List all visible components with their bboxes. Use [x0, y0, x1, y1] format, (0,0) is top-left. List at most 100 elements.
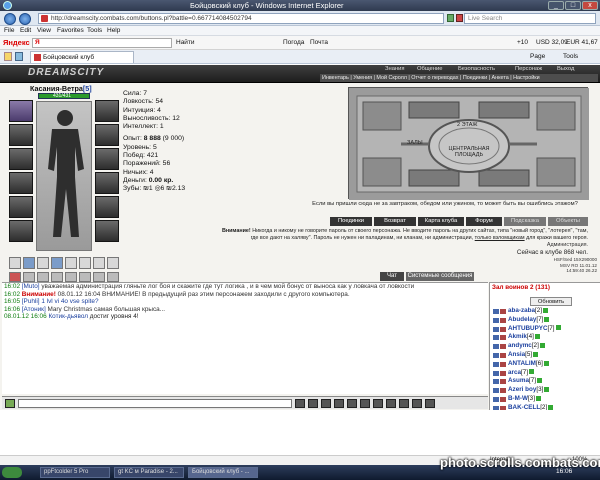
- minimize-button[interactable]: _: [548, 1, 564, 10]
- yandex-search-input[interactable]: Я: [32, 38, 172, 48]
- equip-slot-shield[interactable]: [95, 124, 119, 146]
- tools-menu[interactable]: Tools: [563, 53, 578, 60]
- equip-slot-earrings[interactable]: [9, 124, 33, 146]
- rune-slot-5[interactable]: [65, 257, 77, 269]
- user-name[interactable]: aba-zaba: [508, 307, 535, 314]
- equip-slot-pants[interactable]: [95, 196, 119, 218]
- nav-communication[interactable]: Общение: [417, 66, 442, 72]
- chat-clear-icon[interactable]: [308, 399, 318, 408]
- info-icon[interactable]: [533, 351, 539, 357]
- user-row[interactable]: ANTALIM[6]: [492, 360, 600, 369]
- private-msg-icon[interactable]: [493, 317, 499, 323]
- menu-file[interactable]: File: [4, 27, 14, 34]
- chat-input[interactable]: [18, 399, 292, 408]
- chat-settings-icon[interactable]: [412, 399, 422, 408]
- page-menu[interactable]: Page: [530, 53, 545, 60]
- user-name[interactable]: andymc: [508, 342, 532, 349]
- character-name[interactable]: Касания-Ветра[5]: [30, 84, 92, 93]
- user-name[interactable]: ANTALIM: [508, 360, 536, 367]
- refresh-icon[interactable]: [447, 14, 454, 22]
- private-msg-icon[interactable]: [493, 379, 499, 385]
- info-icon[interactable]: [542, 307, 548, 313]
- tab-system-messages[interactable]: Системные сообщения: [406, 272, 474, 281]
- info-icon[interactable]: [534, 334, 540, 340]
- private-msg-icon[interactable]: [493, 361, 499, 367]
- warning-link[interactable]: только взломщикам: [475, 235, 525, 241]
- rune-slot-7[interactable]: [93, 257, 105, 269]
- rune-slot-8[interactable]: [107, 257, 119, 269]
- info-icon[interactable]: [544, 316, 550, 322]
- user-row[interactable]: Akmik[4]: [492, 333, 600, 342]
- chat-trade-icon[interactable]: [399, 399, 409, 408]
- forward-button[interactable]: [19, 13, 31, 25]
- info-icon[interactable]: [537, 378, 543, 384]
- chat-nick[interactable]: [Muto]: [22, 283, 40, 290]
- hint-button[interactable]: Подсказка: [504, 217, 546, 226]
- chat-clan-icon[interactable]: [373, 399, 383, 408]
- belt-slot-2[interactable]: [23, 272, 35, 282]
- user-row[interactable]: arca[7]: [492, 369, 600, 378]
- chat-nick[interactable]: Внимание!: [22, 291, 56, 298]
- belt-slot-6[interactable]: [79, 272, 91, 282]
- user-row[interactable]: BAK-CELL[2]: [492, 404, 600, 410]
- equip-slot-armor[interactable]: [9, 172, 33, 194]
- maximize-button[interactable]: □: [565, 1, 581, 10]
- chat-nick[interactable]: [Puhli]: [22, 298, 40, 305]
- weather-link[interactable]: Погода: [283, 39, 304, 46]
- objects-button[interactable]: Объекты: [548, 217, 588, 226]
- menu-help[interactable]: Help: [107, 27, 120, 34]
- character-figure[interactable]: [36, 101, 92, 251]
- mail-link[interactable]: Почта: [310, 39, 328, 46]
- info-icon[interactable]: [544, 387, 550, 392]
- menu-edit[interactable]: Edit: [20, 27, 31, 34]
- add-favorites-icon[interactable]: [15, 52, 23, 61]
- belt-slot-1[interactable]: [9, 272, 21, 282]
- user-row[interactable]: AHTUBUPYC[7]: [492, 325, 600, 334]
- user-name[interactable]: Ansia: [508, 351, 525, 358]
- sub-nav[interactable]: Инвентарь | Умения | Мой Скролл | Отчет …: [320, 74, 598, 82]
- info-icon[interactable]: [535, 395, 541, 401]
- equip-slot-boots[interactable]: [95, 220, 119, 242]
- user-name[interactable]: AHTUBUPYC: [508, 325, 548, 332]
- user-row[interactable]: aba-zaba[2]: [492, 307, 600, 316]
- private-msg-icon[interactable]: [493, 309, 499, 314]
- stop-icon[interactable]: [456, 14, 463, 22]
- info-icon[interactable]: [539, 343, 545, 349]
- private-msg-icon[interactable]: [493, 396, 499, 402]
- chat-private-icon[interactable]: [386, 399, 396, 408]
- chat-nick[interactable]: Котик-дьявол: [48, 313, 88, 320]
- chat-filter-icon[interactable]: [334, 399, 344, 408]
- info-icon[interactable]: [555, 325, 561, 331]
- menu-tools[interactable]: Tools: [87, 27, 102, 34]
- start-button[interactable]: [2, 467, 22, 478]
- user-name[interactable]: Abudelay: [508, 316, 536, 323]
- rune-slot-3[interactable]: [37, 257, 49, 269]
- private-msg-icon[interactable]: [493, 405, 499, 410]
- user-row[interactable]: andymc[2]: [492, 342, 600, 351]
- menu-view[interactable]: View: [37, 27, 51, 34]
- chat-send-icon[interactable]: [295, 399, 305, 408]
- belt-slot-7[interactable]: [93, 272, 105, 282]
- favorites-star-icon[interactable]: [4, 52, 12, 61]
- belt-slot-4[interactable]: [51, 272, 63, 282]
- club-map[interactable]: 2 ЭТАЖ ЦЕНТРАЛЬНАЯ ПЛОЩАДЬ ЗАЛЫ: [348, 87, 589, 200]
- taskbar-item[interactable]: gt KC м Paradise - 2...: [114, 467, 184, 478]
- user-row[interactable]: Asuma[7]: [492, 377, 600, 386]
- belt-slot-3[interactable]: [37, 272, 49, 282]
- tab-chat[interactable]: Чат: [380, 272, 404, 281]
- battles-button[interactable]: Поединки: [330, 217, 372, 226]
- user-name[interactable]: Asuma: [508, 377, 529, 384]
- chat-scroll-icon[interactable]: [347, 399, 357, 408]
- chat-sound-icon[interactable]: [360, 399, 370, 408]
- info-icon[interactable]: [528, 369, 534, 375]
- private-msg-icon[interactable]: [493, 344, 499, 350]
- back-button[interactable]: [4, 13, 16, 25]
- return-button[interactable]: Возврат: [374, 217, 416, 226]
- nav-security[interactable]: Безопасность: [458, 66, 495, 72]
- user-row[interactable]: Ansia[5]: [492, 351, 600, 360]
- user-name[interactable]: B-M-W: [508, 395, 528, 402]
- belt-slot-8[interactable]: [107, 272, 119, 282]
- nav-exit[interactable]: Выход: [557, 66, 574, 72]
- nav-knowledge[interactable]: Знания: [385, 66, 405, 72]
- user-row[interactable]: Abudelay[7]: [492, 316, 600, 325]
